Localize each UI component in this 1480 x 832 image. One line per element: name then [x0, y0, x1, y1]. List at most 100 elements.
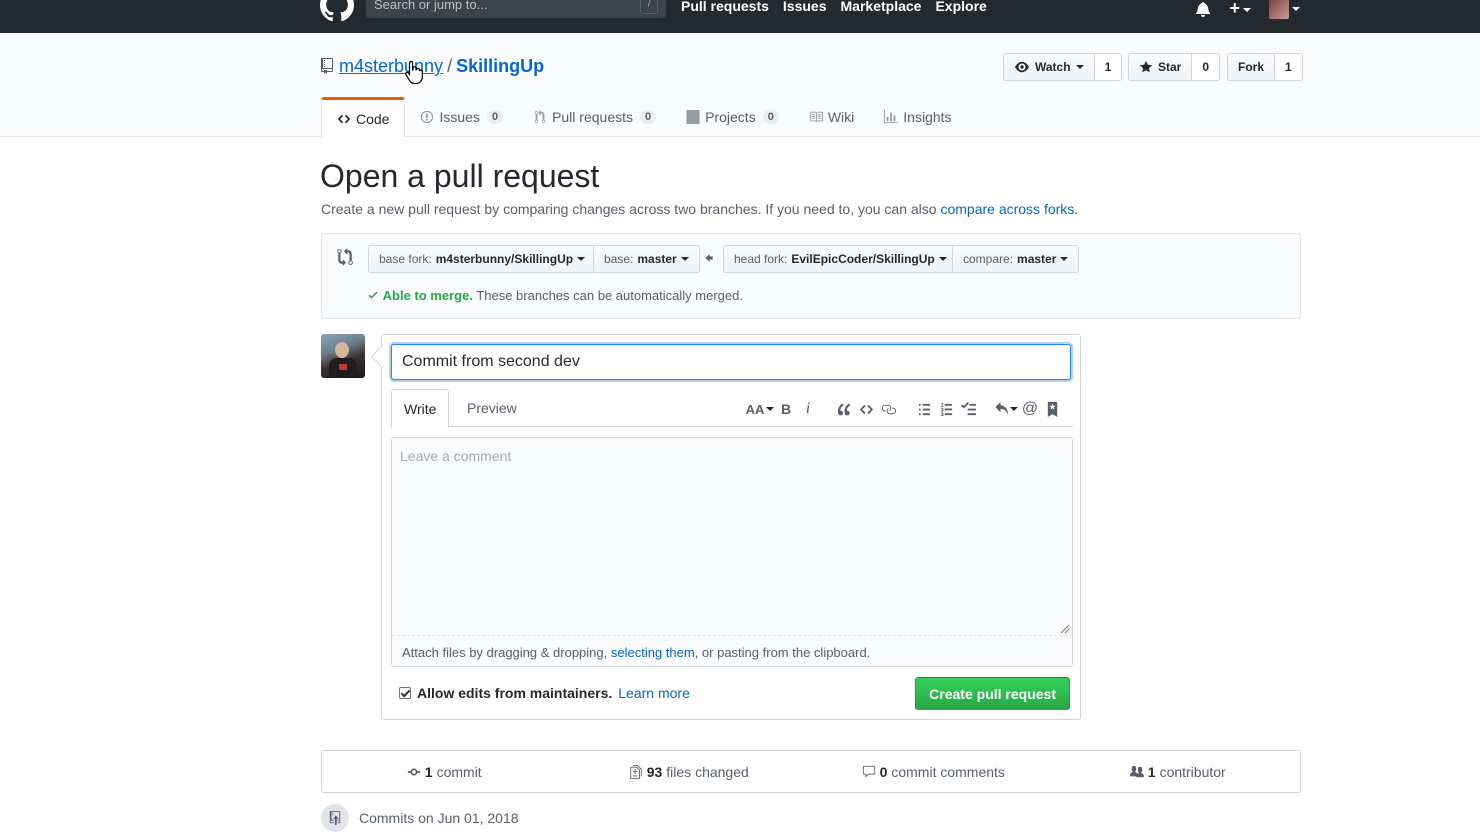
commits-count: 1 — [424, 763, 433, 780]
fork-button[interactable]: Fork — [1227, 53, 1276, 81]
compare-across-forks-link[interactable]: compare across forks. — [940, 201, 1078, 217]
compare-branch-value: master — [1017, 252, 1057, 266]
tab-pull-requests[interactable]: Pull requests 0 — [518, 97, 671, 137]
search-input[interactable] — [366, 0, 666, 18]
star-icon — [1139, 60, 1153, 73]
ordered-list-button[interactable] — [935, 399, 957, 419]
user-menu[interactable] — [1269, 0, 1300, 19]
allow-edits-option: Allow edits from maintainers. Learn more — [399, 685, 690, 701]
quote-button[interactable] — [833, 399, 855, 419]
global-header: / Pull requests Issues Marketplace Explo… — [0, 0, 1480, 33]
nav-issues[interactable]: Issues — [783, 0, 827, 14]
chevron-down-icon — [938, 257, 947, 261]
comment-icon — [862, 765, 875, 778]
markdown-toolbar: AA B i @ — [745, 399, 1063, 419]
avatar-face — [335, 342, 349, 358]
comments-count: 0 — [879, 763, 888, 780]
quote-icon — [837, 403, 850, 415]
git-commit-icon — [407, 768, 420, 775]
chevron-down-icon — [1010, 407, 1018, 411]
head-fork-select[interactable]: head fork: EvilEpicCoder/SkillingUp — [723, 245, 958, 273]
pr-title-input[interactable] — [391, 344, 1071, 380]
base-fork-select[interactable]: base fork: m4sterbunny/SkillingUp — [368, 245, 597, 273]
head-fork-value: EvilEpicCoder/SkillingUp — [791, 252, 935, 266]
link-button[interactable] — [877, 399, 899, 419]
issue-opened-icon — [421, 110, 434, 124]
text-size-button[interactable]: AA — [745, 399, 775, 419]
tab-code[interactable]: Code — [321, 97, 406, 138]
tab-preview[interactable]: Preview — [455, 389, 529, 427]
bold-icon: B — [780, 401, 792, 417]
star-count[interactable]: 0 — [1192, 53, 1221, 81]
summary-files[interactable]: 93 files changed — [567, 751, 812, 792]
github-logo-icon[interactable] — [320, 0, 354, 22]
nav-pull-requests[interactable]: Pull requests — [681, 0, 769, 14]
summary-commits[interactable]: 1 commit — [322, 751, 567, 792]
pull-request-form: Write Preview AA B i — [381, 334, 1081, 720]
comment-textarea[interactable] — [392, 438, 1072, 636]
watch-label: Watch — [1035, 60, 1071, 74]
base-branch-select[interactable]: base: master — [593, 245, 700, 273]
mention-button[interactable]: @ — [1019, 399, 1041, 419]
git-pull-request-icon — [534, 110, 546, 124]
fork-count[interactable]: 1 — [1275, 53, 1303, 81]
tab-label: Wiki — [827, 109, 855, 125]
head-fork-prefix: head fork: — [734, 252, 788, 266]
header-actions: + — [1195, 0, 1300, 19]
summary-comments[interactable]: 0 commit comments — [811, 751, 1056, 792]
global-nav: Pull requests Issues Marketplace Explore — [681, 0, 987, 14]
create-new-dropdown[interactable]: + — [1229, 0, 1251, 19]
code-button[interactable] — [855, 399, 877, 419]
italic-icon: i — [805, 400, 811, 417]
nav-explore[interactable]: Explore — [935, 0, 986, 14]
tab-issues[interactable]: Issues 0 — [405, 97, 518, 137]
attach-files-hint: Attach files by dragging & dropping, sel… — [402, 645, 870, 660]
allow-edits-label[interactable]: Allow edits from maintainers. — [417, 685, 612, 701]
create-pull-request-button[interactable]: Create pull request — [915, 677, 1070, 710]
repo-owner-link[interactable]: m4sterbunny — [339, 56, 443, 76]
global-search[interactable]: / — [366, 0, 666, 18]
project-icon — [686, 110, 700, 124]
summary-contributors[interactable]: 1 contributor — [1056, 751, 1301, 792]
text-size-icon: AA — [745, 401, 765, 417]
fork-group: Fork 1 — [1227, 53, 1303, 81]
watch-button[interactable]: Watch — [1003, 53, 1095, 81]
select-files-link[interactable]: selecting them — [611, 645, 695, 660]
allow-edits-checkbox[interactable] — [399, 687, 411, 699]
learn-more-link[interactable]: Learn more — [618, 685, 690, 701]
nav-marketplace[interactable]: Marketplace — [841, 0, 922, 14]
compare-branch-select[interactable]: compare: master — [952, 245, 1080, 273]
tab-write[interactable]: Write — [391, 389, 450, 428]
avatar[interactable] — [321, 334, 365, 378]
saved-reply-button[interactable] — [993, 399, 1019, 419]
commit-group-badge — [321, 804, 349, 832]
resize-handle-icon[interactable] — [1060, 624, 1070, 634]
notification-bell-icon[interactable] — [1195, 1, 1211, 17]
compare-summary: 1 commit 93 files changed 0 commit comme… — [321, 750, 1301, 793]
avatar — [1269, 0, 1289, 19]
tab-projects[interactable]: Projects 0 — [671, 97, 794, 137]
repo-name-link[interactable]: SkillingUp — [456, 56, 544, 76]
tab-insights[interactable]: Insights — [869, 97, 966, 137]
people-icon — [1129, 765, 1144, 777]
reference-button[interactable] — [1041, 399, 1063, 419]
repo-title: m4sterbunny / SkillingUp — [339, 56, 544, 77]
tab-label: Code — [356, 111, 390, 127]
bold-button[interactable]: B — [775, 399, 797, 419]
task-list-button[interactable] — [957, 399, 979, 419]
star-button[interactable]: Star — [1128, 53, 1193, 81]
compare-prefix: compare: — [963, 252, 1014, 266]
commits-date-heading: Commits on Jun 01, 2018 — [321, 804, 519, 832]
reply-icon — [995, 401, 1009, 415]
graph-icon — [884, 110, 899, 124]
contributors-label: contributor — [1159, 763, 1226, 780]
italic-button[interactable]: i — [797, 399, 819, 419]
unordered-list-button[interactable] — [913, 399, 935, 419]
chevron-down-icon — [1075, 65, 1084, 69]
watch-count[interactable]: 1 — [1094, 53, 1123, 81]
tasklist-icon — [960, 401, 976, 415]
tab-counter: 0 — [762, 110, 779, 124]
tab-wiki[interactable]: Wiki — [794, 97, 869, 137]
watch-group: Watch 1 — [1003, 53, 1123, 81]
slash-shortcut-hint: / — [640, 0, 658, 14]
